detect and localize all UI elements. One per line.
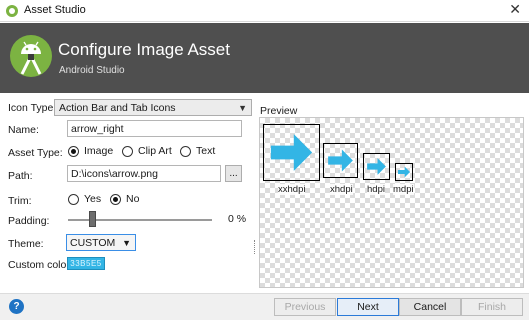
android-studio-icon: [6, 5, 18, 17]
android-studio-logo-icon: [10, 35, 52, 77]
path-field[interactable]: D:\icons\arrow.png: [67, 165, 221, 182]
radio-selected-icon: [68, 145, 79, 157]
page-subtitle: Android Studio: [59, 65, 125, 76]
preview-icon-xxhdpi: [263, 124, 320, 181]
trim-label: Trim:: [8, 195, 32, 207]
density-label: hdpi: [367, 184, 385, 195]
next-button[interactable]: Next: [337, 298, 399, 316]
arrow-right-icon: [328, 149, 353, 172]
trim-yes-radio[interactable]: Yes: [68, 193, 101, 205]
help-icon[interactable]: ?: [9, 299, 24, 314]
dialog-footer: ? Previous Next Cancel Finish: [0, 293, 529, 320]
preview-icon-hdpi: [363, 153, 390, 180]
padding-value: 0 %: [228, 213, 247, 225]
name-field[interactable]: arrow_right: [67, 120, 242, 137]
radio-unselected-icon: [180, 145, 191, 157]
icon-type-select[interactable]: Action Bar and Tab Icons ▼: [54, 99, 252, 116]
radio-label: Clip Art: [138, 145, 172, 157]
panel-splitter[interactable]: [254, 240, 256, 254]
icon-type-label: Icon Type:: [8, 102, 57, 114]
chevron-down-icon: ▼: [238, 103, 247, 113]
page-title: Configure Image Asset: [58, 40, 230, 59]
preview-panel: xxhdpi xhdpi hdpi mdpi: [259, 117, 524, 288]
previous-button[interactable]: Previous: [274, 298, 336, 316]
radio-label: Image: [84, 145, 114, 157]
asset-type-label: Asset Type:: [8, 147, 63, 159]
cancel-button[interactable]: Cancel: [399, 298, 461, 316]
close-icon[interactable]: ✕: [509, 1, 521, 18]
arrow-right-icon: [270, 134, 313, 171]
asset-type-clipart-radio[interactable]: Clip Art: [122, 145, 172, 157]
density-label: mdpi: [393, 184, 414, 195]
custom-color-swatch[interactable]: 33B5E5: [67, 257, 105, 270]
icon-type-value: Action Bar and Tab Icons: [59, 102, 176, 114]
radio-selected-icon: [110, 193, 121, 205]
radio-label: No: [126, 193, 140, 205]
theme-label: Theme:: [8, 238, 44, 250]
theme-value: CUSTOM: [70, 237, 116, 249]
arrow-right-icon: [367, 158, 386, 175]
trim-no-radio[interactable]: No: [110, 193, 139, 205]
arrow-right-icon: [398, 166, 410, 178]
browse-button[interactable]: ...: [225, 165, 242, 182]
custom-color-label: Custom color:: [8, 259, 73, 271]
header-banner: Configure Image Asset Android Studio: [0, 23, 529, 93]
window-title: Asset Studio: [24, 4, 86, 16]
radio-label: Text: [196, 145, 216, 157]
finish-button[interactable]: Finish: [461, 298, 523, 316]
density-label: xhdpi: [330, 184, 353, 195]
padding-slider-handle[interactable]: [89, 211, 96, 227]
window-titlebar: Asset Studio ✕: [0, 0, 529, 22]
radio-label: Yes: [84, 193, 102, 205]
path-label: Path:: [8, 170, 33, 182]
radio-unselected-icon: [122, 145, 133, 157]
preview-icon-xhdpi: [323, 143, 358, 178]
name-label: Name:: [8, 124, 39, 136]
density-label: xxhdpi: [278, 184, 306, 195]
asset-type-text-radio[interactable]: Text: [180, 145, 215, 157]
asset-type-image-radio[interactable]: Image: [68, 145, 113, 157]
chevron-down-icon: ▼: [122, 238, 131, 248]
preview-label: Preview: [260, 105, 298, 117]
preview-icon-mdpi: [395, 163, 413, 181]
theme-select[interactable]: CUSTOM ▼: [66, 234, 136, 251]
radio-unselected-icon: [68, 193, 79, 205]
padding-label: Padding:: [8, 215, 50, 227]
